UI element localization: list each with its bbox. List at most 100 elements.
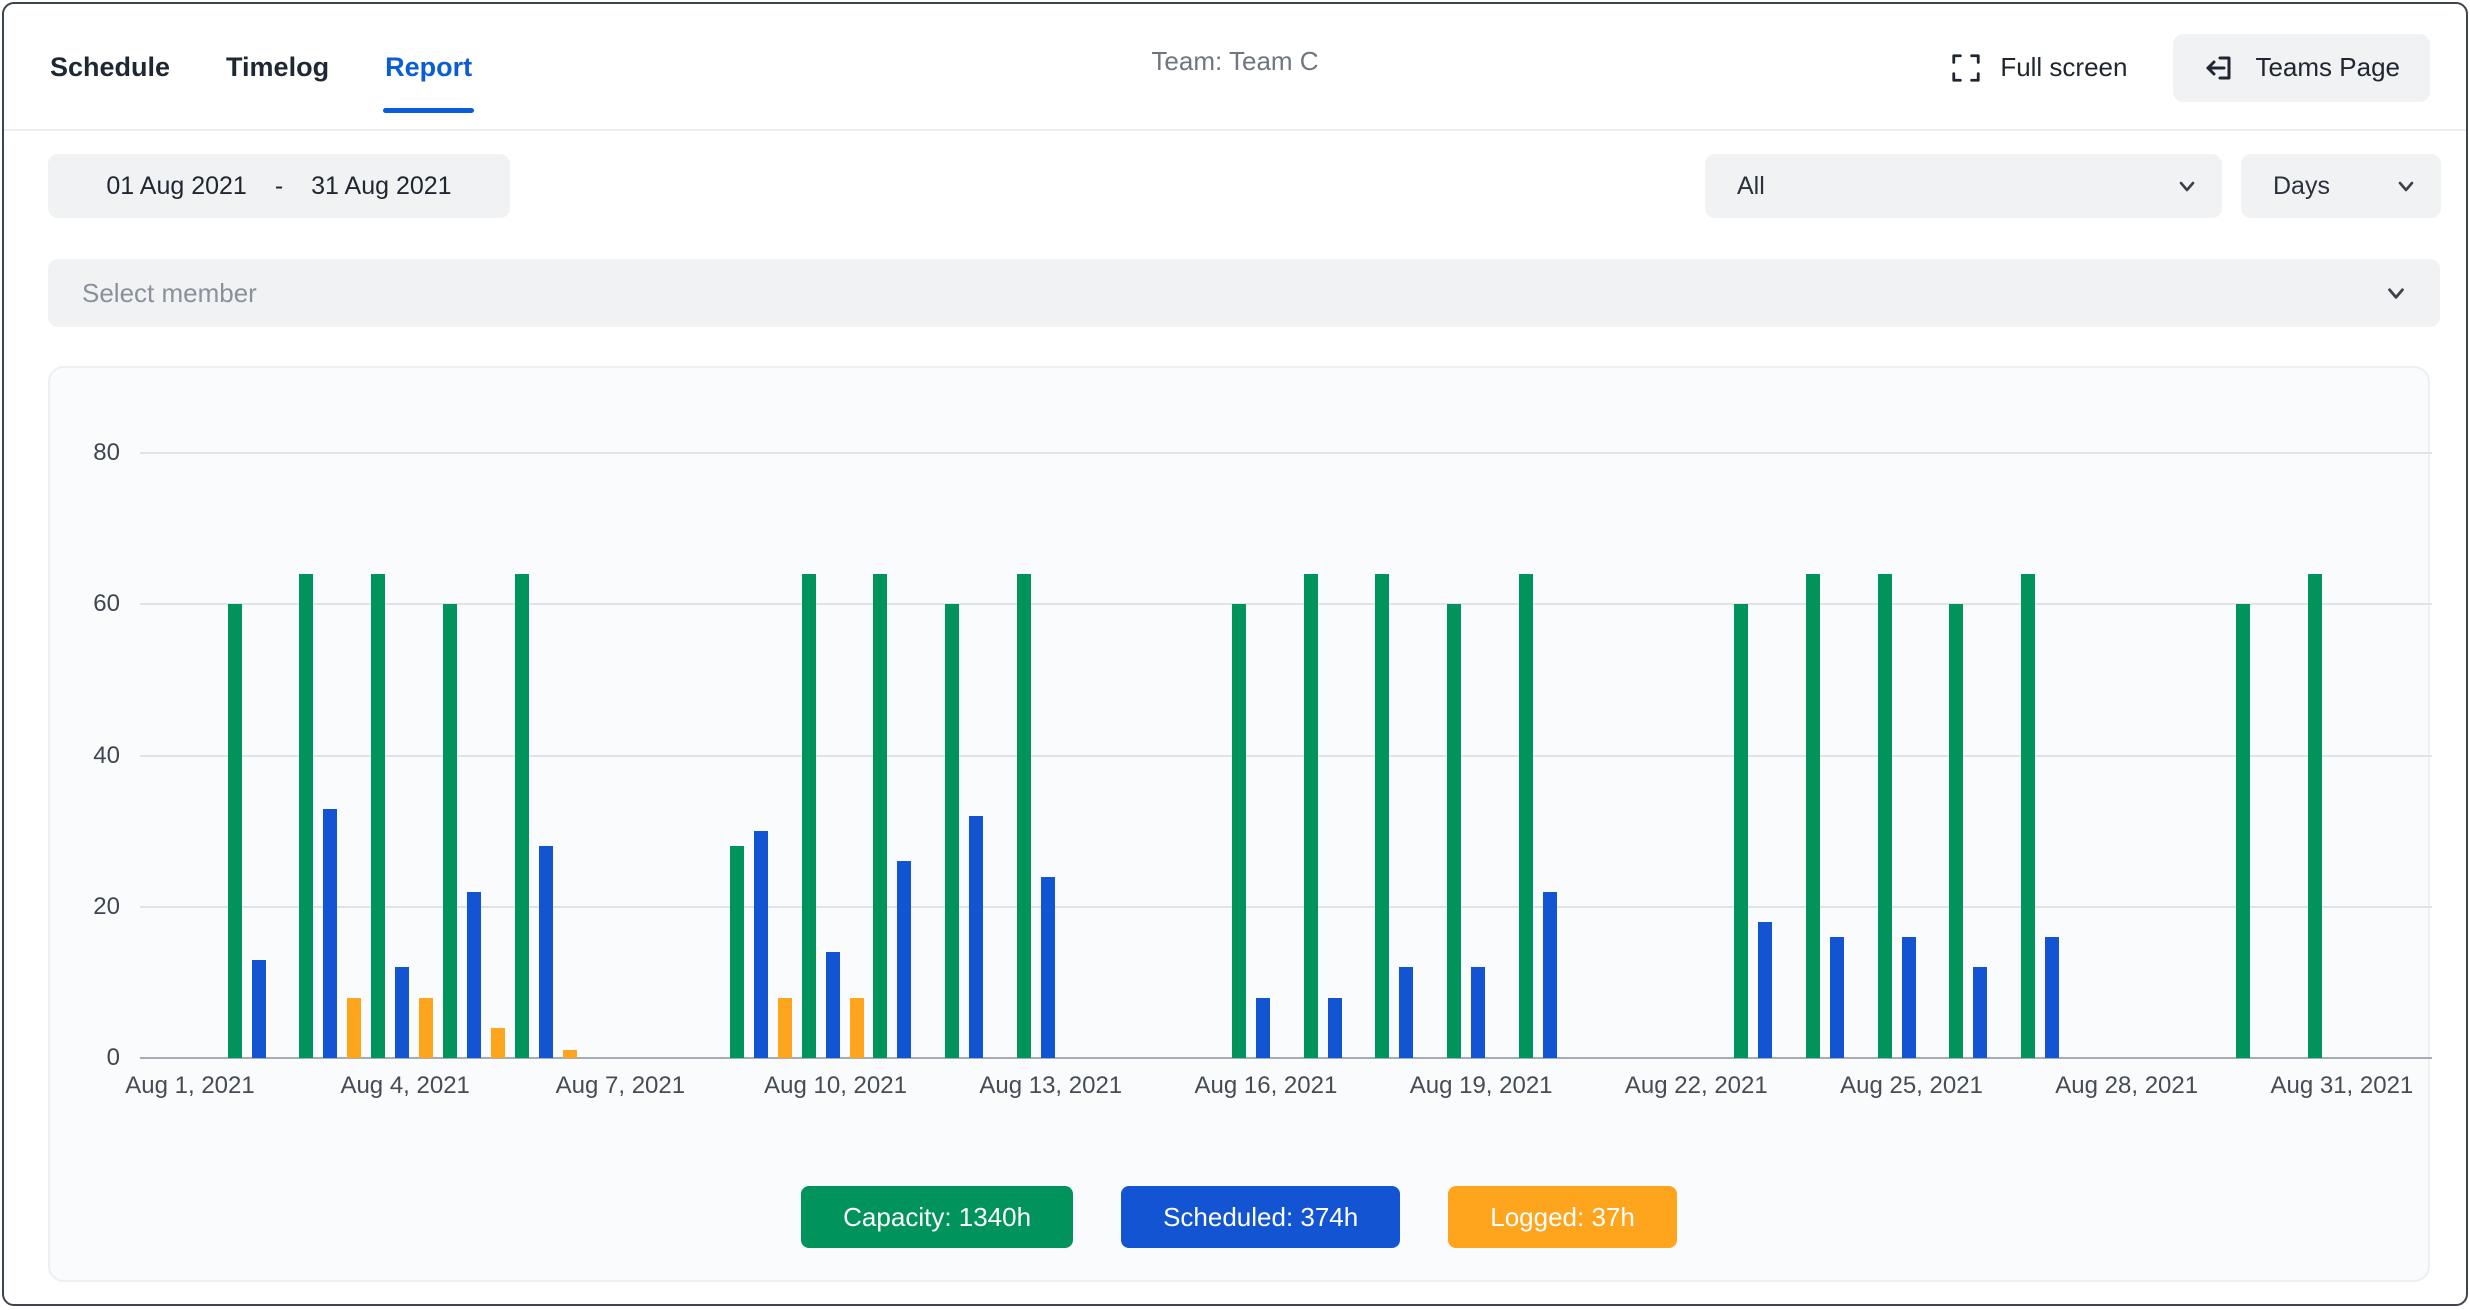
bar-capacity-aug-12[interactable] xyxy=(945,604,959,1058)
tab-report[interactable]: Report xyxy=(383,10,474,125)
x-tick-label: Aug 31, 2021 xyxy=(2242,1072,2442,1100)
fullscreen-icon xyxy=(1950,52,1982,84)
fullscreen-button[interactable]: Full screen xyxy=(1950,52,2127,84)
granularity-value: Days xyxy=(2273,172,2330,201)
bar-capacity-aug-24[interactable] xyxy=(1806,574,1820,1058)
bar-capacity-aug-3[interactable] xyxy=(299,574,313,1058)
granularity-select[interactable]: Days xyxy=(2241,154,2441,218)
chart-legend: Capacity: 1340h Scheduled: 374h Logged: … xyxy=(50,1186,2428,1248)
bar-capacity-aug-4[interactable] xyxy=(371,574,385,1058)
x-tick-label: Aug 7, 2021 xyxy=(520,1072,720,1100)
bar-capacity-aug-10[interactable] xyxy=(802,574,816,1058)
bar-scheduled-aug-20[interactable] xyxy=(1543,892,1557,1058)
bar-scheduled-aug-27[interactable] xyxy=(2045,937,2059,1058)
bar-capacity-aug-2[interactable] xyxy=(228,604,242,1058)
bar-scheduled-aug-13[interactable] xyxy=(1041,877,1055,1058)
bar-logged-aug-9[interactable] xyxy=(778,998,792,1058)
group-filter-select[interactable]: All xyxy=(1705,154,2222,218)
bar-capacity-aug-5[interactable] xyxy=(443,604,457,1058)
bar-scheduled-aug-10[interactable] xyxy=(826,952,840,1058)
bar-scheduled-aug-2[interactable] xyxy=(252,960,266,1058)
teams-page-label: Teams Page xyxy=(2255,52,2400,83)
group-filter-value: All xyxy=(1737,172,1765,201)
bar-capacity-aug-20[interactable] xyxy=(1519,574,1533,1058)
bar-scheduled-aug-9[interactable] xyxy=(754,831,768,1058)
report-chart-card: 0 20 40 60 80 Aug 1, 2021 Aug 4, 2021 Aug 7, 20… xyxy=(48,366,2430,1282)
x-tick-label: Aug 4, 2021 xyxy=(305,1072,505,1100)
chart-plot: 0 20 40 60 80 Aug 1, 2021 Aug 4, 2021 Aug 7, 20… xyxy=(50,368,2428,1280)
legend-button[interactable]: Scheduled: 374h xyxy=(1121,1186,1400,1248)
x-tick-label: Aug 25, 2021 xyxy=(1812,1072,2012,1100)
bar-scheduled-aug-16[interactable] xyxy=(1256,998,1270,1058)
bar-scheduled-aug-18[interactable] xyxy=(1399,967,1413,1058)
bar-capacity-aug-19[interactable] xyxy=(1447,604,1461,1058)
bar-capacity-aug-25[interactable] xyxy=(1878,574,1892,1058)
bar-scheduled-aug-17[interactable] xyxy=(1328,998,1342,1058)
bar-logged-aug-4[interactable] xyxy=(419,998,433,1058)
legend-button[interactable]: Logged: 37h xyxy=(1448,1186,1677,1248)
legend-button[interactable]: Capacity: 1340h xyxy=(801,1186,1073,1248)
bar-scheduled-aug-12[interactable] xyxy=(969,816,983,1058)
app-window: Schedule Timelog Report Team: Team C Ful… xyxy=(2,2,2468,1306)
x-tick-label: Aug 1, 2021 xyxy=(90,1072,290,1100)
bar-scheduled-aug-6[interactable] xyxy=(539,846,553,1058)
bar-capacity-aug-31[interactable] xyxy=(2308,574,2322,1058)
gridline xyxy=(140,906,2432,908)
bar-scheduled-aug-25[interactable] xyxy=(1902,937,1916,1058)
exit-icon xyxy=(2203,52,2235,84)
bar-scheduled-aug-11[interactable] xyxy=(897,861,911,1058)
date-from: 01 Aug 2021 xyxy=(106,172,246,201)
teams-page-button[interactable]: Teams Page xyxy=(2173,34,2430,102)
chevron-down-icon xyxy=(2382,279,2410,307)
x-tick-label: Aug 16, 2021 xyxy=(1166,1072,1366,1100)
bar-scheduled-aug-19[interactable] xyxy=(1471,967,1485,1058)
date-separator: - xyxy=(275,172,283,201)
bar-scheduled-aug-24[interactable] xyxy=(1830,937,1844,1058)
bar-capacity-aug-13[interactable] xyxy=(1017,574,1031,1058)
gridline xyxy=(140,603,2432,605)
chevron-down-icon xyxy=(2174,173,2200,199)
chevron-down-icon xyxy=(2393,173,2419,199)
bar-capacity-aug-16[interactable] xyxy=(1232,604,1246,1058)
bar-capacity-aug-11[interactable] xyxy=(873,574,887,1058)
x-tick-label: Aug 10, 2021 xyxy=(736,1072,936,1100)
bar-logged-aug-10[interactable] xyxy=(850,998,864,1058)
y-tick-label: 60 xyxy=(58,590,120,618)
bar-logged-aug-3[interactable] xyxy=(347,998,361,1058)
bar-capacity-aug-9[interactable] xyxy=(730,846,744,1058)
bar-scheduled-aug-5[interactable] xyxy=(467,892,481,1058)
team-label: Team: Team C xyxy=(1151,46,1318,77)
gridline xyxy=(140,452,2432,454)
gridline xyxy=(140,755,2432,757)
bar-scheduled-aug-23[interactable] xyxy=(1758,922,1772,1058)
bar-scheduled-aug-3[interactable] xyxy=(323,809,337,1058)
member-select-placeholder: Select member xyxy=(82,278,257,309)
fullscreen-label: Full screen xyxy=(2000,52,2127,83)
bar-capacity-aug-27[interactable] xyxy=(2021,574,2035,1058)
tab-timelog[interactable]: Timelog xyxy=(224,10,331,125)
y-tick-label: 40 xyxy=(58,742,120,770)
x-axis-line xyxy=(140,1057,2432,1059)
y-tick-label: 0 xyxy=(58,1044,120,1072)
bar-logged-aug-6[interactable] xyxy=(563,1050,577,1058)
header-actions: Full screen Teams Page xyxy=(1950,4,2430,131)
y-tick-label: 20 xyxy=(58,893,120,921)
tab-schedule[interactable]: Schedule xyxy=(48,10,172,125)
date-to: 31 Aug 2021 xyxy=(311,172,451,201)
bar-capacity-aug-30[interactable] xyxy=(2236,604,2250,1058)
bar-logged-aug-5[interactable] xyxy=(491,1028,505,1058)
y-tick-label: 80 xyxy=(58,439,120,467)
x-tick-label: Aug 22, 2021 xyxy=(1596,1072,1796,1100)
x-tick-label: Aug 13, 2021 xyxy=(951,1072,1151,1100)
date-range-picker[interactable]: 01 Aug 2021 - 31 Aug 2021 xyxy=(48,154,510,218)
bar-capacity-aug-6[interactable] xyxy=(515,574,529,1058)
tab-bar: Schedule Timelog Report xyxy=(48,4,474,131)
bar-scheduled-aug-26[interactable] xyxy=(1973,967,1987,1058)
bar-capacity-aug-26[interactable] xyxy=(1949,604,1963,1058)
member-select[interactable]: Select member xyxy=(48,259,2440,327)
bar-capacity-aug-18[interactable] xyxy=(1375,574,1389,1058)
x-tick-label: Aug 19, 2021 xyxy=(1381,1072,1581,1100)
bar-capacity-aug-23[interactable] xyxy=(1734,604,1748,1058)
bar-capacity-aug-17[interactable] xyxy=(1304,574,1318,1058)
bar-scheduled-aug-4[interactable] xyxy=(395,967,409,1058)
